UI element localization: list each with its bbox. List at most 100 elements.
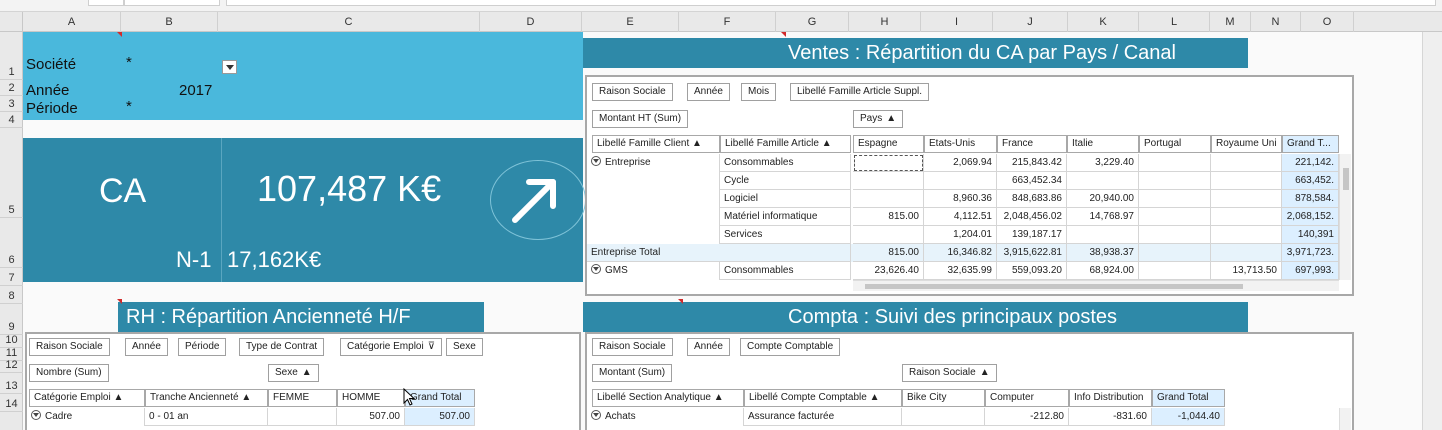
column-header-m[interactable]: M xyxy=(1210,12,1251,32)
collapse-icon[interactable] xyxy=(31,410,41,420)
compta-group-cell[interactable]: Achats xyxy=(587,408,744,426)
ventes-value-cell[interactable]: 32,635.99 xyxy=(924,262,997,280)
column-header-a[interactable]: A xyxy=(23,12,121,32)
column-header-f[interactable]: F xyxy=(679,12,776,32)
compta-col-header[interactable]: Bike City xyxy=(902,389,985,407)
ventes-value-cell[interactable]: 559,093.20 xyxy=(997,262,1067,280)
ventes-filter-chip[interactable]: Année xyxy=(687,83,730,101)
ventes-table-row[interactable]: Services 1,204.01 139,187.17 140,391 xyxy=(587,226,1339,244)
formula-input-edge[interactable] xyxy=(226,0,1436,6)
ventes-value-cell[interactable]: 8,960.36 xyxy=(924,190,997,208)
ventes-row-field-1[interactable]: Libellé Famille Client ▲ xyxy=(592,135,720,153)
ventes-table-row[interactable]: GMS Consommables 23,626.40 32,635.99 559,093… xyxy=(587,262,1339,280)
compta-value-cell[interactable]: -831.60 xyxy=(1069,408,1152,426)
ventes-pivot-table[interactable]: Raison Sociale Année Mois Libellé Famille A… xyxy=(585,75,1354,296)
ventes-col-header[interactable]: Etats-Unis xyxy=(924,135,997,153)
ventes-row-field-2[interactable]: Libellé Famille Article ▲ xyxy=(720,135,851,153)
rh-filter-chip[interactable]: Raison Sociale xyxy=(29,338,110,356)
ventes-value-cell[interactable]: 2,068,152. xyxy=(1282,208,1339,226)
ventes-horizontal-scrollbar[interactable] xyxy=(853,280,1339,291)
name-box-edge[interactable] xyxy=(88,0,124,6)
column-header-g[interactable]: G xyxy=(776,12,849,32)
ventes-filter-chip[interactable]: Raison Sociale xyxy=(592,83,673,101)
ventes-value-cell[interactable] xyxy=(853,190,924,208)
ventes-filter-chip[interactable]: Mois xyxy=(741,83,777,101)
compta-value-cell[interactable]: -212.80 xyxy=(985,408,1069,426)
formula-bar-edge[interactable] xyxy=(124,0,220,6)
ventes-value-cell[interactable] xyxy=(1211,190,1282,208)
ventes-value-cell[interactable] xyxy=(1139,190,1211,208)
ventes-value-cell[interactable]: 663,452. xyxy=(1282,172,1339,190)
ventes-value-cell[interactable]: 848,683.86 xyxy=(997,190,1067,208)
ventes-group-cell[interactable]: GMS xyxy=(587,262,720,280)
compta-col-header[interactable]: Grand Total xyxy=(1152,389,1225,407)
ventes-value-cell[interactable]: 23,626.40 xyxy=(853,262,924,280)
ventes-table-row[interactable]: Logiciel 8,960.36 848,683.86 20,940.00 878,5… xyxy=(587,190,1339,208)
ventes-value-cell[interactable]: 663,452.34 xyxy=(997,172,1067,190)
comment-marker[interactable] xyxy=(117,299,122,304)
ventes-value-cell[interactable]: 221,142. xyxy=(1282,154,1339,172)
ventes-value-cell[interactable]: 815.00 xyxy=(853,244,924,262)
compta-column-field[interactable]: Raison Sociale ▲ xyxy=(902,364,997,382)
ventes-value-cell[interactable] xyxy=(1211,244,1282,262)
ventes-group-cell[interactable]: Entreprise xyxy=(587,154,720,172)
ventes-col-header[interactable]: Portugal xyxy=(1139,135,1211,153)
ventes-value-cell[interactable]: 2,069.94 xyxy=(924,154,997,172)
compta-filter-chip[interactable]: Compte Comptable xyxy=(740,338,841,356)
ventes-value-cell[interactable]: 139,187.17 xyxy=(997,226,1067,244)
ventes-value-cell[interactable] xyxy=(1211,226,1282,244)
row-header-4[interactable]: 4 xyxy=(0,112,23,128)
filter-societe-value[interactable]: * xyxy=(126,54,132,71)
compta-value-field[interactable]: Montant (Sum) xyxy=(592,364,673,382)
ventes-value-cell[interactable]: 20,940.00 xyxy=(1067,190,1139,208)
row-header-12[interactable]: 12 xyxy=(0,359,23,373)
ventes-value-cell[interactable] xyxy=(1211,172,1282,190)
row-header-14[interactable]: 14 xyxy=(0,394,23,412)
ventes-value-cell[interactable] xyxy=(1067,172,1139,190)
row-header-3[interactable]: 3 xyxy=(0,96,23,112)
rh-filter-chip[interactable]: Sexe xyxy=(446,338,483,356)
compta-value-cell[interactable]: -1,044.40 xyxy=(1152,408,1225,426)
ventes-value-cell[interactable] xyxy=(924,172,997,190)
row-header-6[interactable]: 6 xyxy=(0,218,23,268)
ventes-value-cell[interactable]: 697,993. xyxy=(1282,262,1339,280)
rh-value-cell[interactable] xyxy=(268,408,337,426)
rh-row-field-2[interactable]: Tranche Ancienneté ▲ xyxy=(145,389,268,407)
column-header-k[interactable]: K xyxy=(1068,12,1139,32)
column-header-c[interactable]: C xyxy=(218,12,480,32)
row-header-2[interactable]: 2 xyxy=(0,80,23,96)
column-header-e[interactable]: E xyxy=(582,12,679,32)
row-header-9[interactable]: 9 xyxy=(0,304,23,335)
collapse-icon[interactable] xyxy=(591,156,601,166)
ventes-value-cell[interactable] xyxy=(1067,226,1139,244)
ventes-value-cell[interactable]: 3,915,622.81 xyxy=(997,244,1067,262)
sheet-vertical-scrollbar[interactable] xyxy=(1422,32,1442,430)
rh-filter-chip[interactable]: Année xyxy=(125,338,168,356)
column-header-b[interactable]: B xyxy=(121,12,218,32)
rh-filter-chip[interactable]: Catégorie Emploi ⊽ xyxy=(340,338,443,356)
ventes-value-cell[interactable]: 1,204.01 xyxy=(924,226,997,244)
compta-col-header[interactable]: Computer xyxy=(985,389,1069,407)
rh-column-field[interactable]: Sexe ▲ xyxy=(268,364,319,382)
ventes-value-cell[interactable]: 215,843.42 xyxy=(997,154,1067,172)
column-header-d[interactable]: D xyxy=(480,12,582,32)
ventes-value-cell[interactable] xyxy=(853,154,924,172)
rh-table-row[interactable]: Cadre 0 - 01 an 507.00 507.00 xyxy=(27,408,475,426)
ventes-value-field[interactable]: Montant HT (Sum) xyxy=(592,110,689,128)
ventes-col-header[interactable]: Italie xyxy=(1067,135,1139,153)
ventes-value-cell[interactable] xyxy=(1139,262,1211,280)
column-header-o[interactable]: O xyxy=(1301,12,1354,32)
rh-pivot-table[interactable]: Raison Sociale Année Période Type de Contra… xyxy=(25,332,581,430)
row-header-7[interactable]: 7 xyxy=(0,268,23,286)
comment-marker[interactable] xyxy=(678,299,683,304)
ventes-value-cell[interactable] xyxy=(1139,172,1211,190)
rh-value-cell[interactable]: 507.00 xyxy=(405,408,475,426)
column-header-l[interactable]: L xyxy=(1139,12,1210,32)
row-header-1[interactable]: 1 xyxy=(0,32,23,80)
ventes-value-cell[interactable] xyxy=(853,172,924,190)
ventes-value-cell[interactable] xyxy=(1139,226,1211,244)
ventes-value-cell[interactable]: 140,391 xyxy=(1282,226,1339,244)
ventes-value-cell[interactable]: 16,346.82 xyxy=(924,244,997,262)
select-all-corner[interactable] xyxy=(0,12,23,32)
compta-col-header[interactable]: Info Distribution xyxy=(1069,389,1152,407)
